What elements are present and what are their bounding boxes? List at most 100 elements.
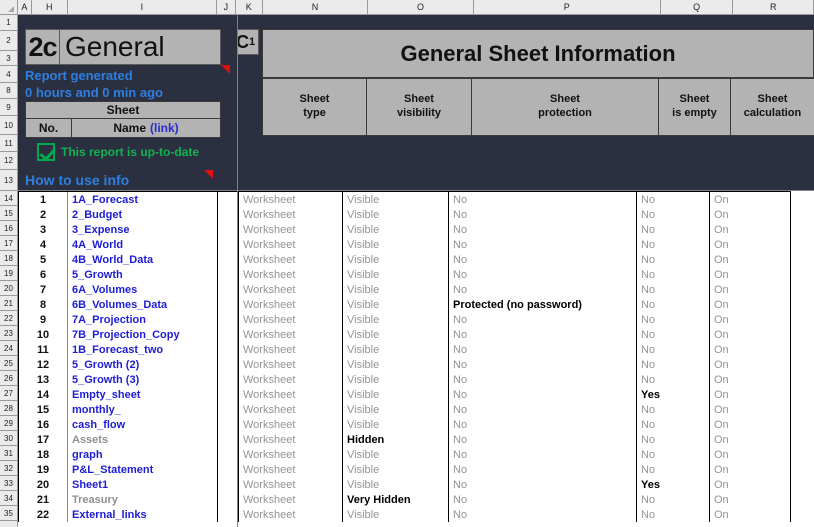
column-header-h[interactable]: H	[31, 0, 68, 14]
row-header-32[interactable]: 32	[0, 461, 17, 476]
how-to-use-info-link[interactable]: How to use info	[25, 170, 129, 190]
sheet-name-link[interactable]: 4A_World	[68, 237, 218, 252]
column-header-r[interactable]: R	[733, 0, 814, 14]
sheet-name-link[interactable]: 5_Growth (3)	[68, 372, 218, 387]
sheet-protection-cell: No	[449, 477, 637, 492]
col-header-sheet-is-empty: Sheet is empty	[658, 78, 731, 136]
row-header-15[interactable]: 15	[0, 206, 17, 221]
sheet-list-row[interactable]: 13 5_Growth (3)	[18, 372, 237, 387]
column-header-i[interactable]: I	[67, 0, 217, 14]
checkbox-checked-icon[interactable]	[37, 143, 55, 161]
sheet-name-link[interactable]: 5_Growth (2)	[68, 357, 218, 372]
row-header-8[interactable]: 8	[0, 83, 17, 99]
row-header-23[interactable]: 23	[0, 326, 17, 341]
row-header-27[interactable]: 27	[0, 386, 17, 401]
sheet-type-cell: Worksheet	[238, 387, 343, 402]
sheet-name-link[interactable]: 2_Budget	[68, 207, 218, 222]
row-header-3[interactable]: 3	[0, 51, 17, 66]
column-header-j[interactable]: J	[216, 0, 236, 14]
sheet-name-link[interactable]: cash_flow	[68, 417, 218, 432]
sheet-list-row[interactable]: 11 1B_Forecast_two	[18, 342, 237, 357]
row-header-28[interactable]: 28	[0, 401, 17, 416]
sheet-list-row[interactable]: 3 3_Expense	[18, 222, 237, 237]
sheet-list-row[interactable]: 22 External_links	[18, 507, 237, 522]
row-header-34[interactable]: 34	[0, 491, 17, 506]
horizontal-pane-split[interactable]	[18, 190, 814, 191]
row-header-20[interactable]: 20	[0, 281, 17, 296]
sheet-name-link[interactable]: 6A_Volumes	[68, 282, 218, 297]
sheet-name-header-link[interactable]: (link)	[150, 121, 179, 135]
row-header-17[interactable]: 17	[0, 236, 17, 251]
sheet-name-link[interactable]: Sheet1	[68, 477, 218, 492]
column-header-n[interactable]: N	[262, 0, 369, 14]
sheet-name-link[interactable]: 1B_Forecast_two	[68, 342, 218, 357]
sheet-is-empty-cell: Yes	[637, 387, 710, 402]
row-header-30[interactable]: 30	[0, 431, 17, 446]
column-header-q[interactable]: Q	[660, 0, 734, 14]
row-header-4[interactable]: 4	[0, 66, 17, 83]
row-header-1[interactable]: 1	[0, 15, 17, 31]
sheet-name-link[interactable]: 3_Expense	[68, 222, 218, 237]
row-header-22[interactable]: 22	[0, 311, 17, 326]
sheet-name-link[interactable]: External_links	[68, 507, 218, 522]
sheet-list-row[interactable]: 5 4B_World_Data	[18, 252, 237, 267]
row-header-33[interactable]: 33	[0, 476, 17, 491]
row-header-10[interactable]: 10	[0, 116, 17, 135]
row-header-14[interactable]: 14	[0, 191, 17, 206]
sheet-list-row[interactable]: 21 Treasury	[18, 492, 237, 507]
column-header-a[interactable]: A	[17, 0, 32, 14]
sheet-name-link[interactable]: 6B_Volumes_Data	[68, 297, 218, 312]
sheet-name-link[interactable]: 4B_World_Data	[68, 252, 218, 267]
sheet-list-row[interactable]: 8 6B_Volumes_Data	[18, 297, 237, 312]
sheet-name-link[interactable]: graph	[68, 447, 218, 462]
row-header-24[interactable]: 24	[0, 341, 17, 356]
column-header-o[interactable]: O	[368, 0, 474, 14]
sheet-list-row[interactable]: 4 4A_World	[18, 237, 237, 252]
sheet-name-link[interactable]: Assets	[68, 432, 218, 447]
sheet-name-link[interactable]: P&L_Statement	[68, 462, 218, 477]
sheet-list-row[interactable]: 9 7A_Projection	[18, 312, 237, 327]
sheet-name-link[interactable]: 1A_Forecast	[68, 192, 218, 207]
sheet-name-link[interactable]: 7A_Projection	[68, 312, 218, 327]
sheet-list-row[interactable]: 7 6A_Volumes	[18, 282, 237, 297]
column-header-k[interactable]: K	[235, 0, 263, 14]
row-header-13[interactable]: 13	[0, 170, 17, 191]
select-all-corner[interactable]	[0, 0, 18, 14]
col-header-sheet-calculation-line2: calculation	[743, 107, 802, 119]
row-header-11[interactable]: 11	[0, 135, 17, 152]
sheet-name-link[interactable]: Empty_sheet	[68, 387, 218, 402]
sheet-list-row[interactable]: 10 7B_Projection_Copy	[18, 327, 237, 342]
sheet-visibility-cell: Visible	[343, 267, 449, 282]
sheet-list-row[interactable]: 2 2_Budget	[18, 207, 237, 222]
row-header-19[interactable]: 19	[0, 266, 17, 281]
row-header-25[interactable]: 25	[0, 356, 17, 371]
row-header-9[interactable]: 9	[0, 99, 17, 116]
sheet-list-row[interactable]: 16 cash_flow	[18, 417, 237, 432]
sheet-list-row[interactable]: 15 monthly_	[18, 402, 237, 417]
sheet-name-link[interactable]: Treasury	[68, 492, 218, 507]
sheet-name-link[interactable]: 5_Growth	[68, 267, 218, 282]
sheet-list-row[interactable]: 17 Assets	[18, 432, 237, 447]
sheet-list-row[interactable]: 1 1A_Forecast	[18, 192, 237, 207]
row-header-26[interactable]: 26	[0, 371, 17, 386]
row-header-16[interactable]: 16	[0, 221, 17, 236]
row-header-18[interactable]: 18	[0, 251, 17, 266]
sheet-name-header[interactable]: Name (link)	[71, 118, 221, 138]
sheet-list-row[interactable]: 19 P&L_Statement	[18, 462, 237, 477]
column-header-p[interactable]: P	[473, 0, 661, 14]
row-header-21[interactable]: 21	[0, 296, 17, 311]
row-header-35[interactable]: 35	[0, 506, 17, 521]
sheet-name-link[interactable]: monthly_	[68, 402, 218, 417]
row-header-31[interactable]: 31	[0, 446, 17, 461]
col-header-sheet-type-line2: type	[303, 107, 326, 119]
sheet-list-row[interactable]: 12 5_Growth (2)	[18, 357, 237, 372]
row-header-12[interactable]: 12	[0, 152, 17, 170]
pane-bottom-right: Worksheet Visible No No On Worksheet Visible No…	[238, 191, 814, 527]
sheet-list-row[interactable]: 20 Sheet1	[18, 477, 237, 492]
sheet-list-row[interactable]: 18 graph	[18, 447, 237, 462]
sheet-list-row[interactable]: 14 Empty_sheet	[18, 387, 237, 402]
sheet-name-link[interactable]: 7B_Projection_Copy	[68, 327, 218, 342]
sheet-list-row[interactable]: 6 5_Growth	[18, 267, 237, 282]
row-header-2[interactable]: 2	[0, 31, 17, 51]
row-header-29[interactable]: 29	[0, 416, 17, 431]
